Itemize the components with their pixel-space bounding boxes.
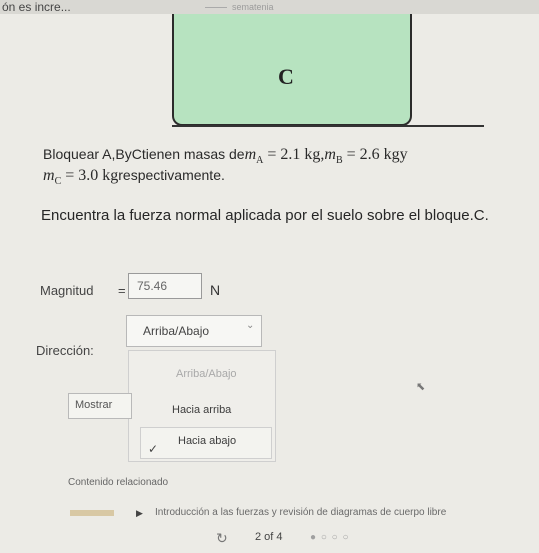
mass-b-subscript: B [335, 154, 343, 166]
video-icon[interactable]: ▶ [136, 508, 143, 519]
pager-dots[interactable]: ● ○ ○ ○ [310, 532, 350, 543]
magnitude-label: Magnitud [40, 283, 94, 298]
mass-a-value: = 2.1 kg, [263, 146, 325, 163]
direction-label: Dirección: [36, 343, 94, 358]
ground-line [172, 125, 484, 127]
mass-b-value: = 2.6 kgy [342, 146, 408, 163]
header-faint-text: sematenia [232, 2, 274, 12]
direction-select[interactable]: Arriba/Abajo [126, 315, 262, 347]
refresh-icon[interactable]: ↻ [216, 530, 228, 547]
chevron-down-icon[interactable]: ⌄ [246, 320, 254, 331]
problem-statement-line-2: mC = 3.0 kgrespectivamente. [43, 167, 225, 187]
mass-a-symbol: m [244, 146, 257, 163]
show-button[interactable]: Mostrar [68, 393, 132, 419]
cursor-icon: ⬉ [416, 381, 426, 393]
related-content-link[interactable]: Introducción a las fuerzas y revisión de… [155, 507, 446, 518]
mass-c-symbol: m [43, 167, 55, 184]
problem-text: Bloquear A,ByCtienen masas de [43, 146, 245, 162]
divider [205, 7, 227, 8]
mass-b-symbol: m [324, 146, 336, 163]
related-thumbnail[interactable] [70, 510, 114, 516]
block-c-label: C [278, 64, 294, 89]
magnitude-unit: N [210, 282, 221, 298]
problem-tail: respectivamente. [118, 167, 225, 183]
problem-statement-line-1: Bloquear A,ByCtienen masas demA = 2.1 kg… [43, 146, 408, 166]
check-icon: ✓ [148, 442, 159, 456]
dropdown-option-placeholder[interactable]: Arriba/Abajo [176, 368, 237, 380]
magnitude-input[interactable]: 75.46 [128, 273, 202, 299]
mass-c-value: = 3.0 kg [61, 167, 119, 184]
related-content-heading: Contenido relacionado [68, 477, 169, 488]
magnitude-equals: = [118, 283, 126, 298]
question-text: Encuentra la fuerza normal aplicada por … [41, 207, 489, 224]
page-indicator: 2 of 4 [255, 531, 283, 543]
dropdown-option-up[interactable]: Hacia arriba [172, 404, 231, 416]
page-title: ón es incre... [2, 0, 71, 14]
dropdown-option-down[interactable]: Hacia abajo [178, 435, 236, 447]
